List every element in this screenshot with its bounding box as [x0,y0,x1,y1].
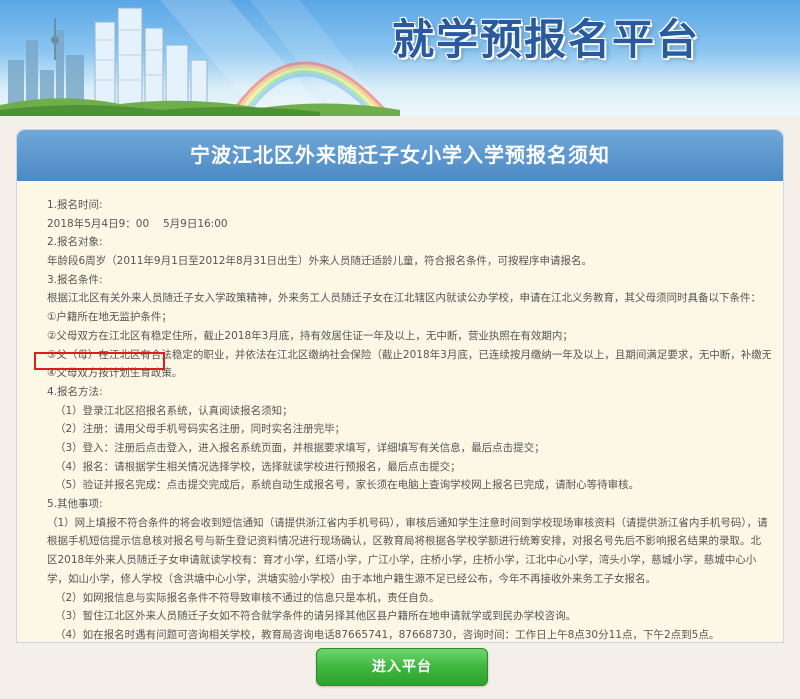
section-heading-target: 2.报名对象: [47,236,103,249]
notice-line: （5）验证并报名完成：点击提交完成后，系统自动生成报名号，家长须在电脑上查询学校… [55,479,640,492]
enter-platform-button[interactable]: 进入平台 [316,648,488,686]
section-heading-time: 1.报名时间: [47,199,103,211]
highlight-annotation-box [34,352,165,370]
notice-line: （2）如网报信息与实际报名条件不符导致审核不通过的信息只是本机，责任自负。 [55,591,440,604]
notice-line: （3）暂住江北区外来人员随迁子女如不符合就学条件的请另择其他区县户籍所在地申请就… [55,610,577,623]
notice-line: （3）登入：注册后点击登入，进入报名系统页面，并根据要求填写，详细填写有关信息，… [55,441,545,454]
notice-line: 根据江北区有关外来人员随迁子女入学政策精神，外来务工人员随迁子女在江北辖区内就读… [47,292,761,305]
notice-line: ②父母双方在江北区有稳定住所，截止2018年3月底，持有效居住证一年及以上，无中… [47,329,573,342]
notice-line: （4）如在报名时遇有问题可咨询相关学校，教育局咨询电话87665741，8766… [55,628,720,641]
notice-line: 2018年5月4日9：00 5月9日16:00 [47,217,228,230]
section-heading-conditions: 3.报名条件: [47,273,103,286]
section-heading-other: 5.其他事项: [47,498,103,510]
header-banner: 就学预报名平台 [0,0,800,116]
notice-title: 宁波江北区外来随迁子女小学入学预报名须知 [17,130,783,181]
notice-line-highlighted: ①户籍所在地无监护条件； [47,311,172,324]
notice-panel: 宁波江北区外来随迁子女小学入学预报名须知 1.报名时间: 2018年5月4日9：… [16,129,784,643]
platform-title: 就学预报名平台 [392,15,701,64]
notice-paragraph: （1）网上填报不符合条件的将会收到短信通知（请提供浙江省内手机号码），审核后通知… [47,516,768,585]
notice-body: 1.报名时间: 2018年5月4日9：00 5月9日16:00 2.报名对象: … [17,181,783,642]
section-heading-method: 4.报名方法: [47,385,103,398]
notice-line: （1）登录江北区招报名系统，认真阅读报名须知； [55,404,293,417]
notice-line: 年龄段6周岁（2011年9月1日至2012年8月31日出生）外来人员随迁适龄儿童… [47,255,593,268]
notice-line: （4）报名：请根据学生相关情况选择学校，选择就读学校进行预报名，最后点击提交； [55,460,461,473]
notice-line: （2）注册：请用父母手机号码实名注册，同时实名注册完毕； [55,423,346,436]
